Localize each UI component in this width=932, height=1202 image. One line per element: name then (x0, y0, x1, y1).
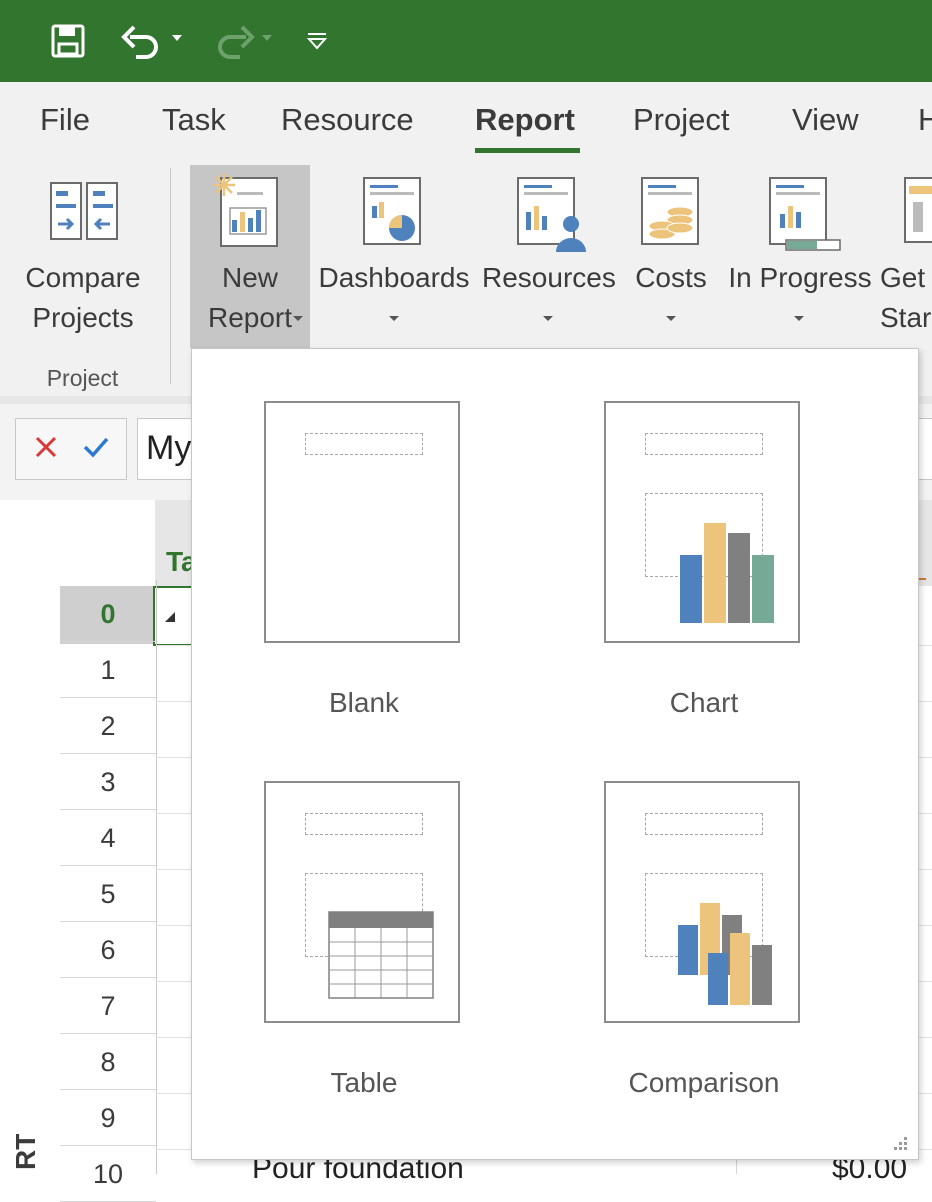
new-report-gallery: Blank Chart Table Comparison (191, 348, 919, 1160)
table-preview-icon (328, 911, 434, 999)
row-number[interactable]: 3 (60, 754, 156, 810)
gallery-item-chart[interactable] (604, 401, 800, 643)
gallery-label-comparison[interactable]: Comparison (584, 1067, 824, 1099)
save-icon[interactable] (48, 18, 88, 64)
in-progress-button[interactable]: In Progress (727, 258, 873, 298)
group-separator (170, 168, 171, 384)
title-placeholder (645, 813, 763, 835)
tab-project[interactable]: Project (633, 102, 729, 138)
resources-icon[interactable] (516, 176, 592, 257)
tab-view[interactable]: View (792, 102, 859, 138)
ribbon-tabs: File Task Resource Report Project View H (0, 82, 932, 166)
row-number[interactable]: 7 (60, 978, 156, 1034)
in-progress-icon[interactable] (768, 176, 842, 259)
costs-button[interactable]: Costs (628, 258, 714, 298)
row-number[interactable]: 8 (60, 1034, 156, 1090)
costs-icon[interactable] (640, 176, 702, 253)
in-progress-caret-icon[interactable] (794, 316, 804, 321)
resize-grip-icon[interactable] (890, 1133, 910, 1153)
getting-started-button[interactable]: Get Star (880, 258, 932, 338)
row-number[interactable]: 0 (60, 586, 156, 642)
gallery-item-table[interactable] (264, 781, 460, 1023)
gallery-item-blank[interactable] (264, 401, 460, 643)
row-number[interactable]: 1 (60, 642, 156, 698)
getting-started-icon[interactable] (903, 176, 932, 246)
entry-buttons (15, 418, 127, 480)
tab-file[interactable]: File (40, 102, 90, 138)
title-placeholder (645, 433, 763, 455)
collapse-triangle-icon[interactable] (163, 610, 177, 624)
gallery-label-blank[interactable]: Blank (244, 687, 484, 719)
title-placeholder (305, 433, 423, 455)
gallery-label-chart[interactable]: Chart (584, 687, 824, 719)
cancel-icon[interactable] (34, 435, 58, 464)
dashboards-icon[interactable] (362, 176, 424, 253)
title-placeholder (305, 813, 423, 835)
customize-qat-icon[interactable] (302, 18, 332, 64)
row-number[interactable]: 4 (60, 810, 156, 866)
row-number[interactable]: 10 (60, 1146, 156, 1202)
row-number[interactable]: 6 (60, 922, 156, 978)
new-report-icon[interactable] (208, 172, 280, 255)
new-report-button[interactable]: New Report (190, 258, 310, 338)
dashboards-caret-icon[interactable] (389, 316, 399, 321)
comparison-preview-icon (678, 903, 772, 1005)
gallery-label-table[interactable]: Table (244, 1067, 484, 1099)
view-bar[interactable]: RT (8, 1134, 48, 1174)
row-number[interactable]: 9 (60, 1090, 156, 1146)
redo-icon[interactable] (208, 18, 278, 64)
row-number[interactable]: 5 (60, 866, 156, 922)
group-label-project: Project (46, 365, 119, 391)
row-number[interactable]: 2 (60, 698, 156, 754)
compare-projects-button[interactable]: Compare Projects (18, 258, 148, 338)
tab-resource[interactable]: Resource (281, 102, 414, 138)
undo-icon[interactable] (118, 18, 188, 64)
title-bar (0, 0, 932, 82)
view-label: RT (10, 1134, 41, 1170)
resources-caret-icon[interactable] (543, 316, 553, 321)
tab-report[interactable]: Report (475, 102, 575, 138)
gallery-item-comparison[interactable] (604, 781, 800, 1023)
dashboards-button[interactable]: Dashboards (315, 258, 473, 298)
compare-projects-icon[interactable] (50, 182, 118, 245)
tab-help-partial[interactable]: H (918, 102, 932, 138)
costs-caret-icon[interactable] (666, 316, 676, 321)
active-tab-indicator (475, 148, 580, 153)
selected-cell[interactable] (153, 586, 193, 646)
new-report-caret-icon[interactable] (293, 316, 303, 321)
resources-button[interactable]: Resources (482, 258, 616, 298)
chart-preview-icon (680, 523, 774, 623)
tab-task[interactable]: Task (162, 102, 226, 138)
enter-icon[interactable] (82, 435, 110, 464)
